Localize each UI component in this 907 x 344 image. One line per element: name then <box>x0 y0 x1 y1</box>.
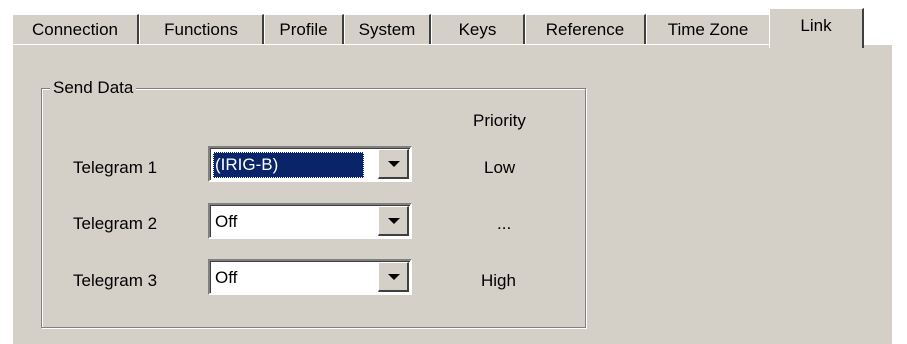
tab-panel-link: Send Data Priority Telegram 1 (IRIG-B) L… <box>12 44 892 344</box>
telegram-1-select[interactable]: (IRIG-B) <box>208 146 412 182</box>
telegram-3-value: Off <box>215 268 238 287</box>
telegram-1-value: (IRIG-B) <box>213 152 364 178</box>
telegram-3-label: Telegram 3 <box>73 271 158 290</box>
priority-header: Priority <box>473 111 526 130</box>
telegram-2-label: Telegram 2 <box>73 214 158 233</box>
telegram-2-select[interactable]: Off <box>208 203 412 239</box>
telegram-2-value: Off <box>215 212 238 231</box>
telegram-1-priority: Low <box>484 158 516 177</box>
telegram-1-label: Telegram 1 <box>73 158 158 177</box>
telegram-3-select[interactable]: Off <box>208 259 412 295</box>
tab-profile[interactable]: Profile <box>264 14 344 46</box>
tab-functions[interactable]: Functions <box>139 14 264 46</box>
tab-reference[interactable]: Reference <box>525 14 646 46</box>
send-data-title: Send Data <box>50 77 137 99</box>
tab-link[interactable]: Link <box>769 8 864 48</box>
tab-keys[interactable]: Keys <box>431 14 525 46</box>
telegram-2-dropdown-button[interactable] <box>378 206 409 236</box>
chevron-down-icon <box>388 274 400 280</box>
chevron-down-icon <box>388 218 400 224</box>
telegram-3-priority: High <box>481 271 516 290</box>
tab-connection[interactable]: Connection <box>12 14 139 46</box>
telegram-2-priority: ... <box>497 214 512 233</box>
tab-time-zone[interactable]: Time Zone <box>646 14 771 46</box>
tab-system[interactable]: System <box>344 14 431 46</box>
telegram-3-dropdown-button[interactable] <box>378 262 409 292</box>
telegram-1-dropdown-button[interactable] <box>378 149 409 179</box>
tab-strip: Connection Functions Profile System Keys… <box>12 8 892 48</box>
chevron-down-icon <box>388 161 400 167</box>
